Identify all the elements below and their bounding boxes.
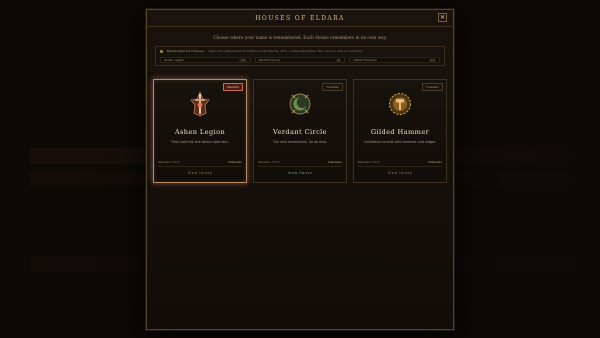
house-name: Gilded Hammer <box>370 128 430 136</box>
view-house-link[interactable]: View House <box>154 171 246 175</box>
close-button[interactable]: ✕ <box>438 13 447 22</box>
house-cards: Selected Ashen Legion They hold the line… <box>153 79 447 183</box>
filter-item-label: Gilded Hammer <box>353 58 377 62</box>
rank-label: Champion <box>327 160 342 164</box>
modal-title: Houses of Eldara <box>255 14 345 22</box>
member-count: Members 3,677 <box>358 160 380 164</box>
filter-icon <box>160 49 163 53</box>
filter-item-count: 12 <box>239 58 247 62</box>
status-badge: Forsaken <box>322 83 343 91</box>
modal-header: Houses of Eldara ✕ <box>147 10 453 27</box>
house-card-gilded-hammer[interactable]: Forsaken Gilded Hammer Civilization is b… <box>353 79 447 183</box>
view-house-link[interactable]: View House <box>354 171 446 175</box>
house-card-ashen-legion[interactable]: Selected Ashen Legion They hold the line… <box>153 79 247 183</box>
member-count: Members 3,677 <box>258 160 280 164</box>
filter-item-label: Verdant Circle <box>258 58 280 62</box>
status-badge: Forsaken <box>422 83 443 91</box>
member-count: Members 3,677 <box>158 160 180 164</box>
filter-item-verdant-circle[interactable]: Verdant Circle 9 <box>254 57 346 63</box>
house-description: They hold the line where light fails. <box>170 140 230 144</box>
view-house-link[interactable]: View House <box>254 171 346 175</box>
house-description: The wild remembers. So do they. <box>272 140 328 144</box>
filter-item-gilded-hammer[interactable]: Gilded Hammer 14 <box>349 57 441 63</box>
filter-item-label: Ashen Legion <box>164 58 185 62</box>
rank-label: Champion <box>227 160 242 164</box>
house-name: Ashen Legion <box>174 128 226 136</box>
filter-bar: Remembered Houses Learn the oaths bound … <box>155 46 445 66</box>
filter-item-count: 14 <box>428 58 437 62</box>
gear-crest-icon <box>389 93 411 115</box>
sword-crest-icon <box>190 90 210 117</box>
house-description: Civilization is built with hammer and le… <box>363 140 437 144</box>
card-divider <box>258 166 342 167</box>
card-divider <box>158 166 242 167</box>
filter-item-count: 9 <box>335 58 342 62</box>
card-divider <box>358 166 442 167</box>
selected-badge: Selected <box>222 83 243 91</box>
houses-modal: Houses of Eldara ✕ Choose where your nam… <box>146 9 454 330</box>
modal-subtitle: Choose where your name is remembered. Ea… <box>213 35 387 40</box>
moon-crest-icon <box>289 93 311 115</box>
house-name: Verdant Circle <box>273 128 327 136</box>
rank-label: Champion <box>427 160 442 164</box>
house-card-verdant-circle[interactable]: Forsaken Verdant Circle The wild remembe… <box>253 79 347 183</box>
filter-item-ashen-legion[interactable]: Ashen Legion 12 <box>160 57 251 63</box>
filter-label: Remembered Houses <box>167 49 205 53</box>
filter-hint: Learn the oaths bound to Eldara's elder … <box>208 49 363 53</box>
